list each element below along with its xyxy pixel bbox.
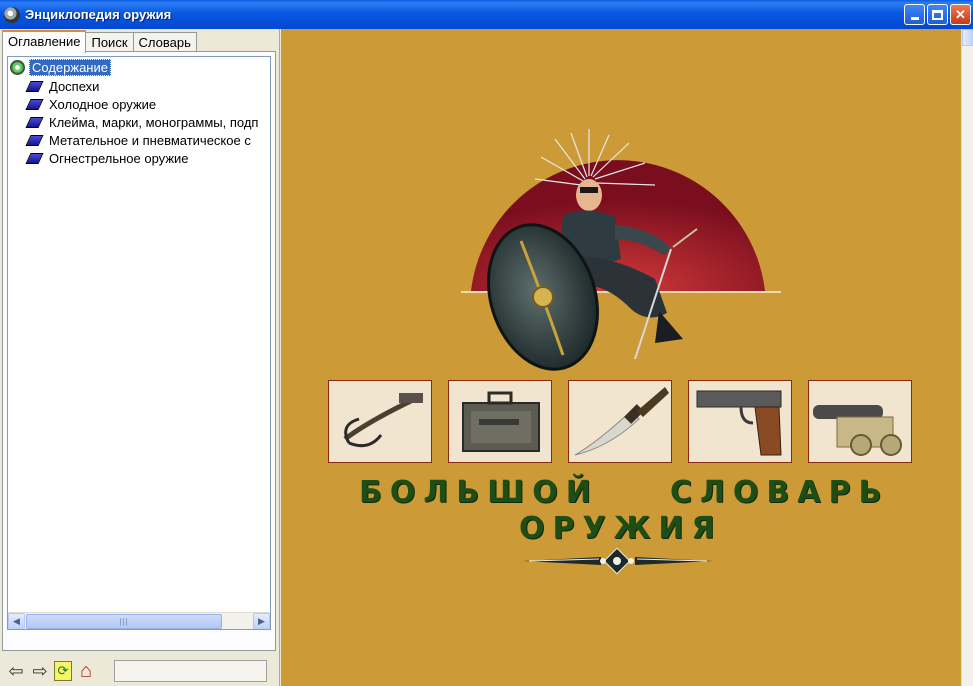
tree-item-label: Холодное оружие [49,96,157,112]
thumbnail-pistol[interactable] [688,380,792,463]
tab-search[interactable]: Поиск [85,32,134,53]
tree-item-armor[interactable]: Доспехи [25,77,100,95]
nav-tabs: Оглавление Поиск Словарь [2,30,197,53]
window-title: Энциклопедия оружия [25,7,172,22]
tree-item-label: Огнестрельное оружие [49,150,189,166]
vertical-scrollbar[interactable] [961,29,973,686]
tab-glossary[interactable]: Словарь [132,32,197,53]
arrow-right-icon: ⇨ [32,660,48,681]
title-bar[interactable]: Энциклопедия оружия ✕ [0,0,973,29]
title-word-weapons: ОРУЖИЯ [519,511,723,546]
tree-item-label: Метательное и пневматическое с [49,132,251,148]
scroll-up-button[interactable] [962,29,973,46]
minimize-icon [910,17,919,20]
tree-root[interactable]: Содержание [10,58,111,76]
scroll-thumb[interactable]: ||| [26,614,222,629]
tree-item-marks[interactable]: Клейма, марки, монограммы, подп [25,113,259,131]
boot [655,311,683,343]
title-word-dictionary: СЛОВАРЬ [670,475,890,510]
tree-item-firearms[interactable]: Огнестрельное оружие [25,149,189,167]
thumbnail-cannon[interactable] [808,380,912,463]
title-word-big: БОЛЬШОЙ [359,475,599,510]
contents-root-icon [10,59,25,75]
forward-button[interactable]: ⇨ [30,661,50,681]
thumbnail-gun-case[interactable] [448,380,552,463]
content-area: БОЛЬШОЙ СЛОВАРЬ ОРУЖИЯ [281,29,961,686]
scroll-left-button[interactable]: ◀ [8,613,25,629]
pistol-icon [696,390,782,456]
book-icon [25,116,44,128]
thumbnail-crossbow[interactable] [328,380,432,463]
pane-splitter[interactable] [278,29,280,686]
gun-case-icon [462,391,540,452]
tab-contents[interactable]: Оглавление [2,30,87,53]
horizontal-scrollbar[interactable]: ◀ ||| ▶ [8,612,270,629]
navigation-pane: Оглавление Поиск Словарь Содержание Досп… [0,29,278,686]
book-icon [25,152,44,164]
arrow-left-icon: ⇦ [8,660,24,681]
tree-root-label: Содержание [29,58,111,76]
book-icon [25,134,44,146]
tree-item-throwing-pneumatic[interactable]: Метательное и пневматическое с [25,131,251,149]
thumbnail-knife[interactable] [568,380,672,463]
cannon-icon [813,405,902,456]
chevron-right-icon: ▶ [258,616,265,626]
close-button[interactable]: ✕ [950,4,971,25]
home-button[interactable]: ⌂ [76,659,96,682]
book-icon [25,80,44,92]
tab-panel: Содержание Доспехи Холодное оружие Клейм… [2,51,276,651]
back-button[interactable]: ⇦ [6,661,26,681]
scroll-grip: ||| [119,617,129,626]
book-icon [25,98,44,110]
app-icon [4,6,20,23]
contents-tree[interactable]: Содержание Доспехи Холодное оружие Клейм… [7,56,271,630]
ornament-divider [523,547,713,575]
tree-item-label: Клейма, марки, монограммы, подп [49,114,259,130]
window-controls: ✕ [904,4,971,25]
maximize-icon [932,9,943,20]
tree-item-label: Доспехи [49,78,100,94]
knife-icon [574,387,669,456]
scroll-right-button[interactable]: ▶ [253,613,270,629]
crossbow-icon [343,393,423,448]
home-icon: ⌂ [79,659,93,682]
refresh-icon: ⟳ [57,663,69,678]
nav-toolbar: ⇦ ⇨ ⟳ ⌂ [6,659,96,683]
tree-item-cold-weapons[interactable]: Холодное оружие [25,95,157,113]
refresh-button[interactable]: ⟳ [54,661,72,681]
face [576,179,602,211]
close-icon: ✕ [955,7,966,22]
minimize-button[interactable] [904,4,925,25]
maximize-button[interactable] [927,4,948,25]
chevron-left-icon: ◀ [13,616,20,626]
warrior-illustration [461,129,781,371]
status-field [114,660,267,682]
